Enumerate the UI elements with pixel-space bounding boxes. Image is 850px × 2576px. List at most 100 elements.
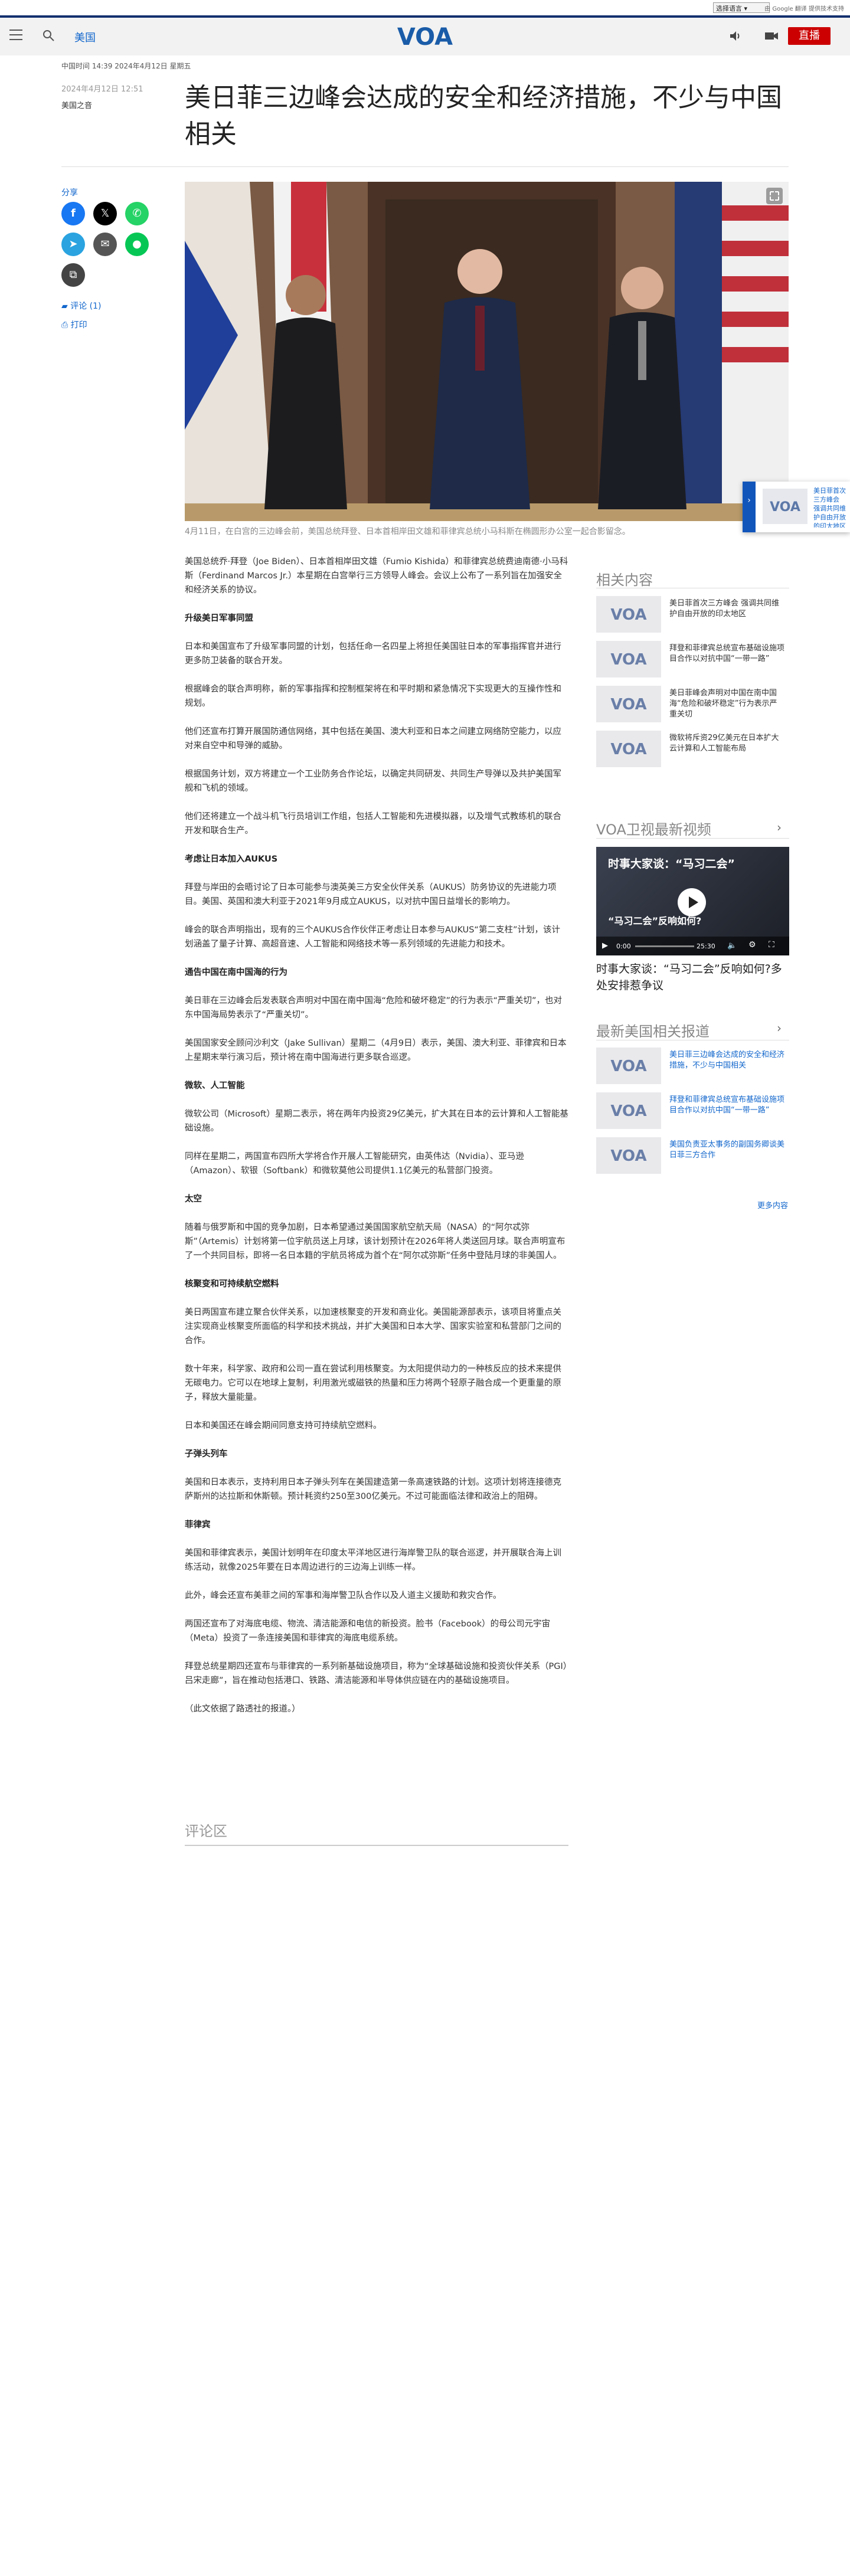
list-item-link[interactable]: 美日菲三边峰会达成的安全和经济措施，不少与中国相关 <box>669 1050 784 1071</box>
list-item-link[interactable]: 美日菲峰会声明对中国在南中国海“危险和破坏稳定”行为表示严重关切 <box>669 688 784 720</box>
list-item-link[interactable]: 拜登和菲律宾总统宣布基础设施项目合作以对抗中国“一带一路” <box>669 643 784 665</box>
svg-text:VOA: VOA <box>610 1147 646 1165</box>
body-paragraph: 美日菲在三边峰会后发表联合声明对中国在南中国海“危险和破坏稳定”的行为表示“严重… <box>185 996 563 1020</box>
voa-logo: VOA <box>610 696 646 713</box>
video-total-time: 25:30 <box>697 942 715 950</box>
body-paragraph: 日本和美国还在峰会期间同意支持可持续航空燃料。 <box>185 1421 382 1431</box>
menu-icon[interactable] <box>9 30 22 40</box>
video-current-time: 0:00 <box>616 942 631 950</box>
more-link[interactable]: 更多内容 <box>757 1199 788 1210</box>
svg-text:VOA: VOA <box>770 500 800 515</box>
divider <box>61 166 789 167</box>
copy-link-icon[interactable]: ⧉ <box>61 263 85 287</box>
body-paragraph: 拜登与岸田的会晤讨论了日本可能参与澳英美三方安全伙伴关系（AUKUS）防务协议的… <box>185 883 557 906</box>
body-paragraph: 同样在星期二，两国宣布四所大学将合作开展人工智能研究，由英伟达（Nvidia）、… <box>185 1152 524 1176</box>
play-small-icon[interactable]: ▶ <box>602 941 608 950</box>
section-heading: 子弹头列车 <box>185 1449 228 1459</box>
live-button[interactable]: 直播 <box>788 27 831 45</box>
list-item-link[interactable]: 美国负责亚太事务的副国务卿谈美日菲三方合作 <box>669 1140 784 1161</box>
video-heading[interactable]: VOA卫视最新视频 <box>596 818 711 839</box>
section-heading: 菲律宾 <box>185 1520 211 1530</box>
voa-logo: VOA <box>610 1102 646 1120</box>
fullscreen-icon[interactable]: ⛶ <box>769 940 774 950</box>
chevron-right-icon[interactable]: › <box>777 820 782 834</box>
thumbnail-voa-logo[interactable]: VOA <box>596 596 661 633</box>
latest-heading[interactable]: 最新美国相关报道 <box>596 1020 710 1040</box>
byline[interactable]: 美国之音 <box>61 99 92 110</box>
section-heading: 通告中国在南中国海的行为 <box>185 968 287 977</box>
svg-text:VOA: VOA <box>610 696 646 713</box>
voa-logo: VOA <box>610 651 646 669</box>
svg-text:VOA: VOA <box>610 606 646 624</box>
search-icon[interactable] <box>41 28 55 42</box>
thumbnail-voa-logo[interactable]: VOA <box>596 1092 661 1129</box>
body-paragraph: 此外，峰会还宣布美菲之间的军事和海岸警卫队合作以及人道主义援助和救灾合作。 <box>185 1591 502 1600</box>
floater-tab[interactable]: › <box>743 482 756 532</box>
line-share-icon[interactable]: ● <box>125 233 149 256</box>
share-label: 分享 <box>61 188 78 198</box>
article-title: 美日菲三边峰会达成的安全和经济措施，不少与中国相关 <box>185 83 782 149</box>
floating-recommendation[interactable]: VOA 美日菲首次三方峰会 强调共同维护自由开放的印太地区 <box>743 482 850 532</box>
section-link-us[interactable]: 美国 <box>74 30 96 45</box>
body-paragraph: 美日两国宣布建立聚合伙伴关系，以加速核聚变的开发和商业化。美国能源部表示，该项目… <box>185 1308 561 1346</box>
whatsapp-share-icon[interactable]: ✆ <box>125 202 149 225</box>
list-item-link[interactable]: 微软将斥资29亿美元在日本扩大云计算和人工智能布局 <box>669 733 784 754</box>
voa-logo[interactable]: VOA <box>394 24 456 50</box>
print-link[interactable]: ⎙ 打印 <box>61 319 87 330</box>
section-heading: 考虑让日本加入AUKUS <box>185 855 278 864</box>
body-paragraph: 峰会的联合声明指出，现有的三个AUKUS合作伙伴正考虑让日本参与AUKUS“第二… <box>185 925 560 949</box>
settings-gear-icon[interactable]: ⚙ <box>748 940 756 950</box>
voa-logo: VOA <box>610 1147 646 1165</box>
email-share-icon[interactable]: ✉ <box>93 233 117 256</box>
telegram-share-icon[interactable]: ➤ <box>61 233 85 256</box>
comments-heading: 评论区 <box>185 1823 227 1839</box>
article-body: 美国总统乔·拜登（Joe Biden）、日本首相岸田文雄（Fumio Kishi… <box>185 555 568 1730</box>
section-heading: 太空 <box>185 1194 202 1204</box>
body-paragraph: 他们还将建立一个战斗机飞行员培训工作组，包括人工智能和先进模拟器，以及增气式教练… <box>185 812 561 836</box>
svg-text:VOA: VOA <box>610 651 646 669</box>
thumbnail-voa-logo[interactable]: VOA <box>596 686 661 722</box>
section-heading: 微软、人工智能 <box>185 1081 245 1091</box>
body-paragraph: 美国和菲律宾表示，美国计划明年在印度太平洋地区进行海岸警卫队的联合巡逻，并开展联… <box>185 1549 561 1572</box>
comments-link[interactable]: ▰ 评论 (1) <box>61 300 102 312</box>
voa-logo: VOA <box>763 489 808 524</box>
section-heading: 核聚变和可持续航空燃料 <box>185 1279 279 1289</box>
list-item-link[interactable]: 美日菲首次三方峰会 强调共同维护自由开放的印太地区 <box>669 598 784 620</box>
photo-caption: 4月11日，在白宫的三边峰会前，美国总统拜登、日本首相岸田文雄和菲律宾总统小马科… <box>185 527 630 536</box>
body-paragraph: 数十年来，科学家、政府和公司一直在尝试利用核聚变。为太阳提供动力的一种核反应的技… <box>185 1364 561 1402</box>
chevron-right-icon: › <box>747 496 751 505</box>
language-select[interactable]: 选择语言 ▾ <box>713 2 770 13</box>
body-paragraph: 两国还宣布了对海底电缆、物流、清洁能源和电信的新投资。脸书（Facebook）的… <box>185 1619 551 1643</box>
hero-photo <box>185 182 789 521</box>
thumbnail-voa-logo[interactable]: VOA <box>596 731 661 767</box>
body-paragraph: 美国总统乔·拜登（Joe Biden）、日本首相岸田文雄（Fumio Kishi… <box>185 557 568 595</box>
play-button[interactable] <box>678 888 706 917</box>
thumbnail-voa-logo[interactable]: VOA <box>596 1048 661 1084</box>
section-heading: 升级美日军事同盟 <box>185 614 253 623</box>
voa-logo: VOA <box>610 1058 646 1075</box>
list-item-link[interactable]: 拜登和菲律宾总统宣布基础设施项目合作以对抗中国“一带一路” <box>669 1095 784 1116</box>
body-paragraph: 根据峰会的联合声明称，新的军事指挥和控制框架将在和平时期和紧急情况下实现更大的互… <box>185 685 561 708</box>
svg-text:VOA: VOA <box>610 741 646 758</box>
video-camera-icon[interactable] <box>764 30 779 42</box>
body-paragraph: 微软公司（Microsoft）星期二表示，将在两年内投资29亿美元，扩大其在日本… <box>185 1109 568 1133</box>
thumbnail-voa-logo[interactable]: VOA <box>596 1137 661 1174</box>
volume-icon[interactable]: 🔈 <box>727 941 737 950</box>
body-paragraph: 根据国务计划，双方将建立一个工业防务合作论坛，以确定共同研发、共同生产导弹以及共… <box>185 770 561 793</box>
video-progress-bar[interactable] <box>635 945 694 947</box>
chevron-right-icon[interactable]: › <box>777 1021 782 1035</box>
svg-text:VOA: VOA <box>610 1058 646 1075</box>
thumbnail-voa-logo[interactable]: VOA <box>596 641 661 677</box>
voa-logo: VOA <box>610 741 646 758</box>
body-paragraph: 日本和美国宣布了升级军事同盟的计划，包括任命一名四星上将担任美国驻日本的军事指挥… <box>185 642 561 666</box>
print-icon: ⎙ <box>61 320 71 330</box>
x-share-icon[interactable]: 𝕏 <box>93 202 117 225</box>
voa-logo: VOA <box>610 606 646 624</box>
site-header: 美国 VOA 直播 <box>0 15 850 55</box>
facebook-share-icon[interactable]: f <box>61 202 85 225</box>
video-title[interactable]: 时事大家谈：“马习二会”反响如何?多处安排惹争议 <box>596 961 789 994</box>
speaker-icon[interactable] <box>728 30 741 42</box>
video-player[interactable]: 时事大家谈：“马习二会” “马习二会”反响如何? ▶ 0:00 25:30 🔈 … <box>596 847 789 955</box>
svg-text:VOA: VOA <box>610 1102 646 1120</box>
translate-bar: 选择语言 ▾ 由 Google 翻译 提供技术支持 <box>0 0 850 15</box>
